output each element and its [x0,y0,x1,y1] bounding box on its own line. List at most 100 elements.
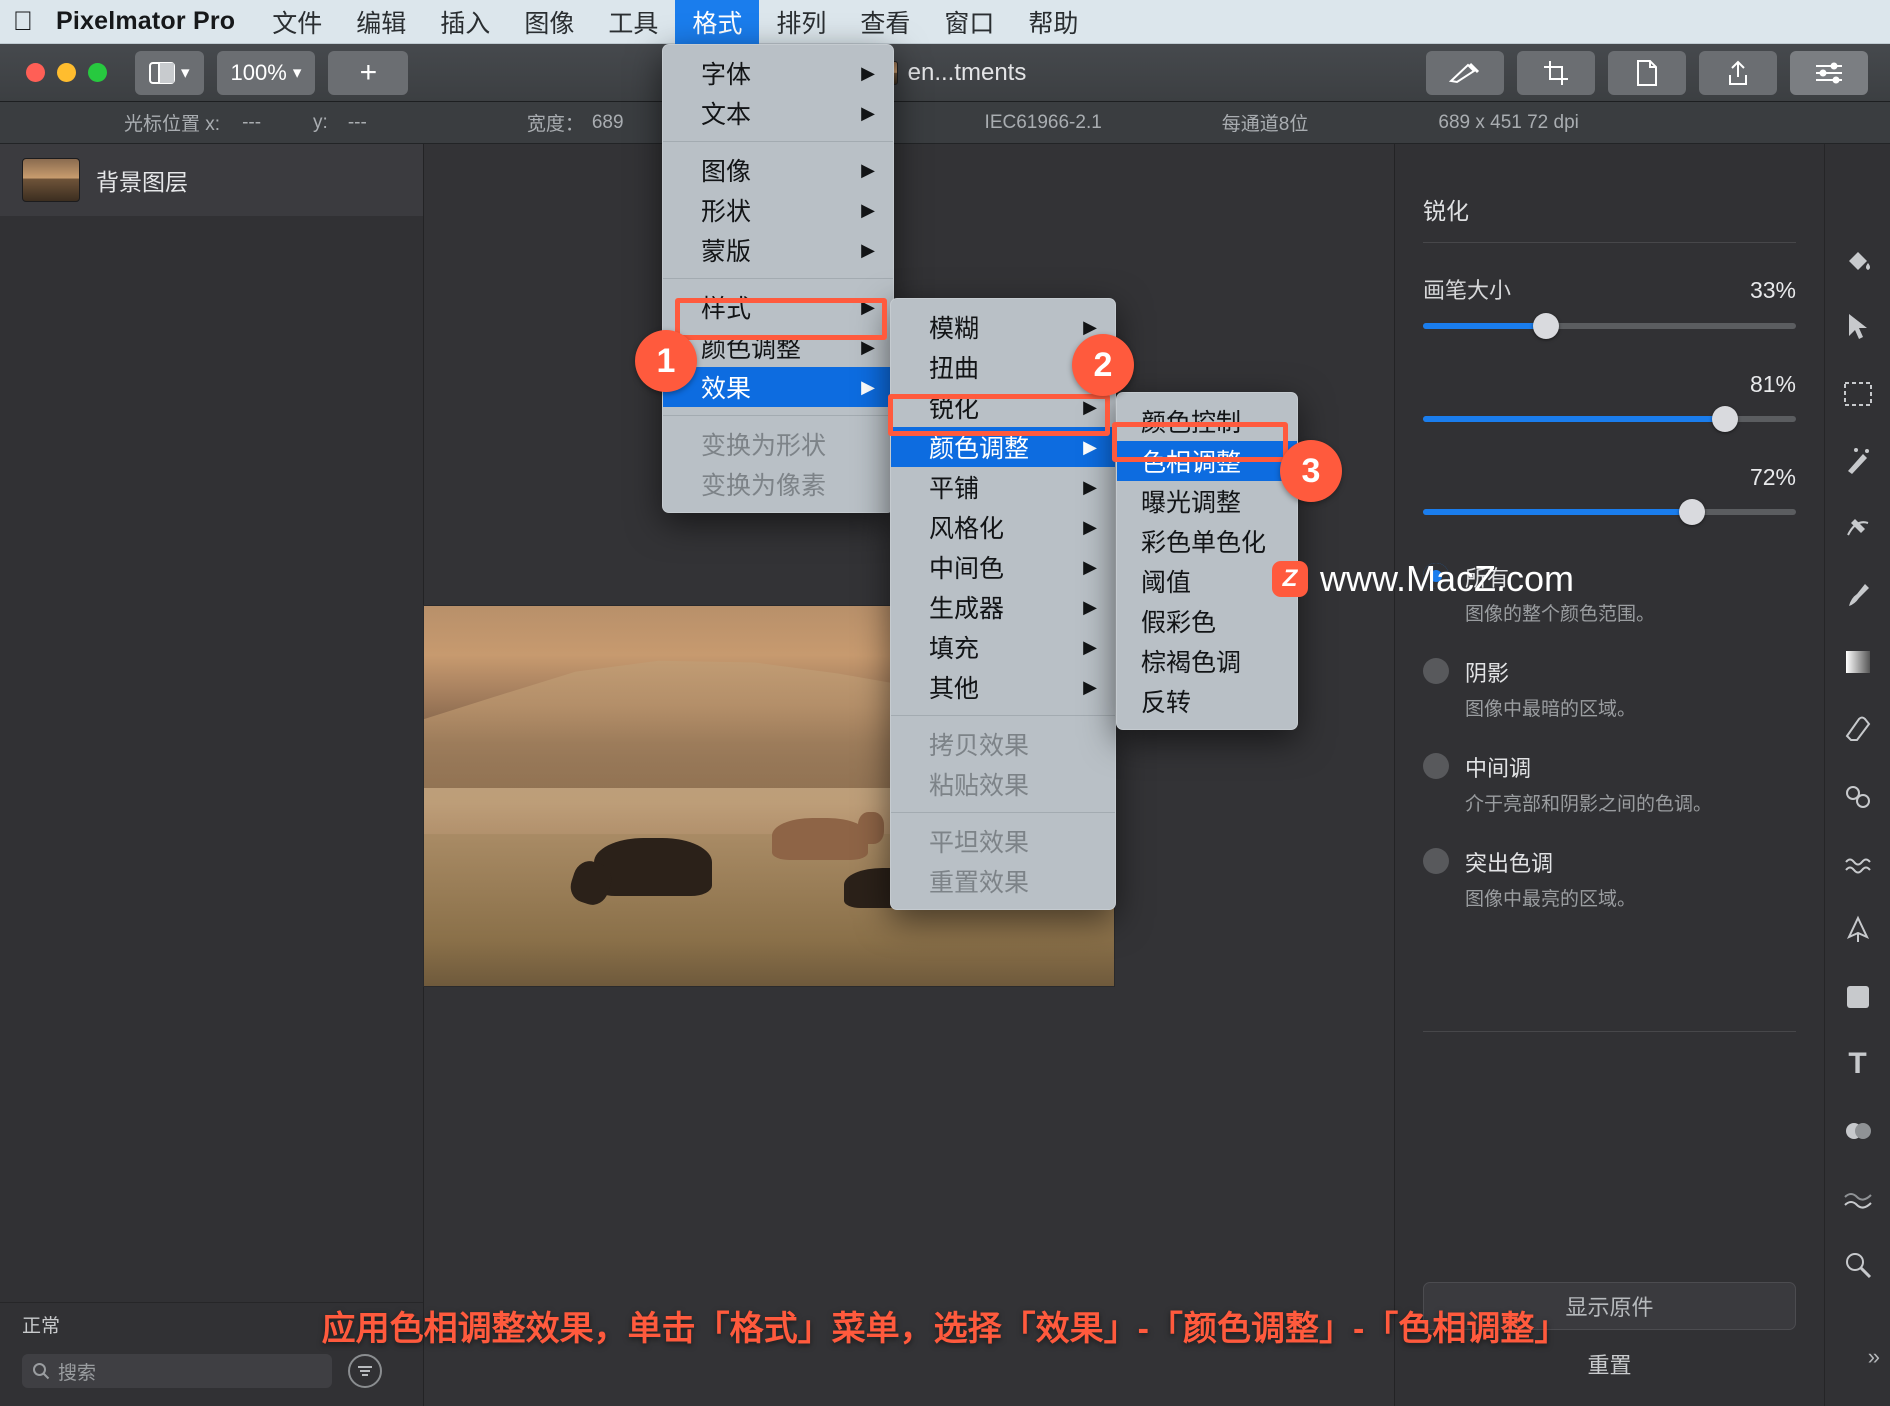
apple-logo-icon[interactable]:  [0,0,46,44]
menu-item-invert[interactable]: 反转 [1117,681,1297,721]
slider-knob[interactable] [1533,313,1560,339]
menu-item-halftone[interactable]: 中间色 ▶ [891,547,1115,587]
slider-knob[interactable] [1712,406,1739,432]
reset-button[interactable]: 重置 [1423,1348,1796,1380]
menu-item-color-adjustment[interactable]: 颜色调整 ▶ [891,427,1115,467]
retouch-tool-button[interactable] [1426,51,1504,95]
menu-item-mask[interactable]: 蒙版 ▶ [663,230,893,270]
menu-item-sharpen[interactable]: 锐化 ▶ [891,387,1115,427]
menu-file[interactable]: 文件 [255,0,339,44]
filter-icon[interactable] [348,1354,382,1388]
menu-item-shape[interactable]: 形状 ▶ [663,190,893,230]
menu-format[interactable]: 格式 [675,0,760,44]
range-option-highlights[interactable]: 突出色调 图像中最亮的区域。 [1423,846,1796,911]
menu-item-color-controls[interactable]: 颜色控制 [1117,401,1297,441]
wand-icon [1448,62,1480,84]
sidebar-toggle-button[interactable]: ▾ [135,50,204,95]
range-option-shadows[interactable]: 阴影 图像中最暗的区域。 [1423,656,1796,721]
menu-item-hue-adjust[interactable]: 色相调整 [1117,441,1297,481]
menu-item-color-adjustments[interactable]: 颜色调整 ▶ [663,327,893,367]
layer-row[interactable]: 背景图层 [0,144,423,216]
menu-item-threshold[interactable]: 阈值 [1117,561,1297,601]
menu-image[interactable]: 图像 [507,0,591,44]
menu-item-font[interactable]: 字体 ▶ [663,53,893,93]
inspector-toggle-button[interactable] [1790,51,1868,95]
menu-edit[interactable]: 编辑 [339,0,423,44]
menu-item-image[interactable]: 图像 ▶ [663,150,893,190]
menu-arrange[interactable]: 排列 [759,0,843,44]
menu-item-label: 重置效果 [929,869,1030,897]
submenu-arrow-icon: ▶ [861,62,875,83]
add-layer-button[interactable]: + [328,50,409,95]
menu-view[interactable]: 查看 [843,0,927,44]
pixelmator-window:  Pixelmator Pro 文件 编辑 插入 图像 工具 格式 排列 查看… [0,0,1890,1406]
tools-palette: T » [1824,144,1890,1406]
search-input[interactable]: 搜索 [22,1354,332,1388]
menu-item-effects[interactable]: 效果 ▶ [663,367,893,407]
minimize-button[interactable] [57,63,76,82]
menu-window[interactable]: 窗口 [927,0,1011,44]
submenu-arrow-icon: ▶ [861,296,875,317]
menu-item-fill[interactable]: 填充 ▶ [891,627,1115,667]
cursor-y-value: --- [347,111,367,133]
watermark-logo-icon: Z [1272,561,1308,597]
menu-item-false-color[interactable]: 假彩色 [1117,601,1297,641]
menu-item-label: 字体 [701,61,752,89]
slider-track[interactable] [1423,313,1796,339]
menu-help[interactable]: 帮助 [1011,0,1095,44]
range-title: 中间调 [1465,756,1532,781]
eraser-icon[interactable] [1838,709,1878,749]
menu-item-sepia[interactable]: 棕褐色调 [1117,641,1297,681]
menu-item-other[interactable]: 其他 ▶ [891,667,1115,707]
menu-item-stylize[interactable]: 风格化 ▶ [891,507,1115,547]
pen-icon[interactable] [1838,910,1878,950]
smudge-icon[interactable] [1838,843,1878,883]
crop-tool-button[interactable] [1517,51,1595,95]
zoom-level-button[interactable]: 100% ▾ [216,50,316,95]
rect-marquee-icon[interactable] [1838,374,1878,414]
menu-insert[interactable]: 插入 [423,0,507,44]
effects-icon[interactable] [1838,1178,1878,1218]
slider-value: 72% [1749,464,1796,490]
menu-item-label: 形状 [701,198,752,226]
magic-wand-icon[interactable] [1838,441,1878,481]
menu-item-label: 扭曲 [929,355,980,383]
text-icon[interactable]: T [1838,1044,1878,1084]
clone-stamp-icon[interactable] [1838,776,1878,816]
shape-icon[interactable] [1838,977,1878,1017]
zoom-button[interactable] [88,63,107,82]
step-badge-2: 2 [1072,334,1134,396]
menu-item-generator[interactable]: 生成器 ▶ [891,587,1115,627]
close-button[interactable] [26,63,45,82]
paint-bucket-icon[interactable] [1838,240,1878,280]
menu-item-exposure-adjust[interactable]: 曝光调整 [1117,481,1297,521]
slider-track[interactable] [1423,406,1796,432]
range-desc: 图像的整个颜色范围。 [1465,604,1656,625]
menu-item-label: 文本 [701,101,752,129]
menu-item-color-monochrome[interactable]: 彩色单色化 [1117,521,1297,561]
menu-item-text[interactable]: 文本 ▶ [663,93,893,133]
menu-item-label: 生成器 [929,595,1005,623]
radio-icon[interactable] [1423,848,1449,874]
slider-knob[interactable] [1678,499,1705,525]
gradient-icon[interactable] [1838,642,1878,682]
menu-item-label: 彩色单色化 [1141,529,1267,557]
menu-item-style[interactable]: 样式 ▶ [663,287,893,327]
menu-tools[interactable]: 工具 [591,0,675,44]
radio-icon[interactable] [1423,753,1449,779]
radio-icon[interactable] [1423,658,1449,684]
export-button[interactable] [1608,51,1686,95]
paintbrush-icon[interactable] [1838,575,1878,615]
quick-select-icon[interactable] [1838,508,1878,548]
menu-item-tile[interactable]: 平铺 ▶ [891,467,1115,507]
zoom-icon[interactable] [1838,1245,1878,1285]
color-adjust-icon[interactable] [1838,1111,1878,1151]
menu-item-label: 曝光调整 [1141,489,1242,517]
color-profile-label: IEC61966-2.1 [984,111,1102,133]
slider-track[interactable] [1423,499,1796,525]
range-option-midtones[interactable]: 中间调 介于亮部和阴影之间的色调。 [1423,751,1796,816]
info-bar: 光标位置 x: --- y: --- 宽度： 689 高度： IEC61966-… [0,102,1890,144]
menu-separator [663,415,893,416]
arrow-select-icon[interactable] [1838,307,1878,347]
share-button[interactable] [1699,51,1777,95]
